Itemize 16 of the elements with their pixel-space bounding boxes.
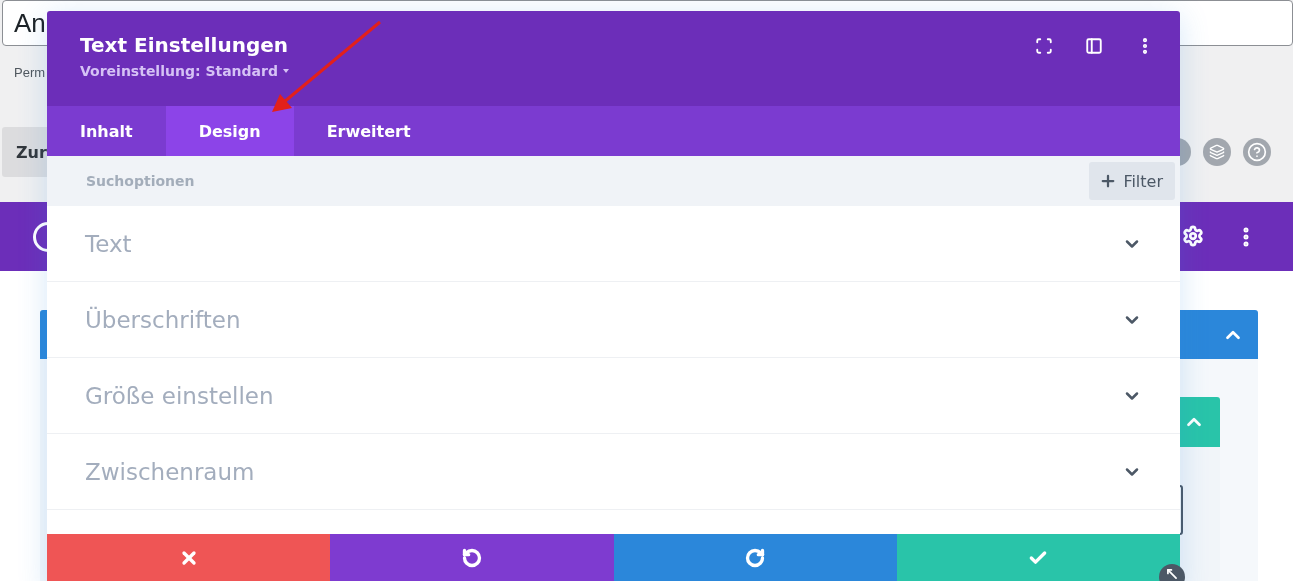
sidebar-icon[interactable] [1085,37,1103,55]
caret-icon [283,69,289,73]
preset-dropdown[interactable]: Voreinstellung: Standard [80,63,289,79]
filter-button[interactable]: Filter [1089,162,1175,200]
modal-title: Text Einstellungen [80,33,289,57]
tab[interactable]: Inhalt [47,106,166,156]
undo-icon [461,547,482,568]
help-icon[interactable] [1243,138,1271,166]
focus-icon[interactable] [1035,37,1053,55]
redo-icon [745,547,766,568]
permalink-label: Perm [14,65,46,82]
tab[interactable]: Design [165,106,294,156]
settings-icon[interactable] [1182,224,1204,247]
search-field[interactable]: Suchoptionen [84,172,488,190]
tab[interactable]: Erweitert [293,106,444,156]
layers-icon[interactable] [1203,138,1231,166]
